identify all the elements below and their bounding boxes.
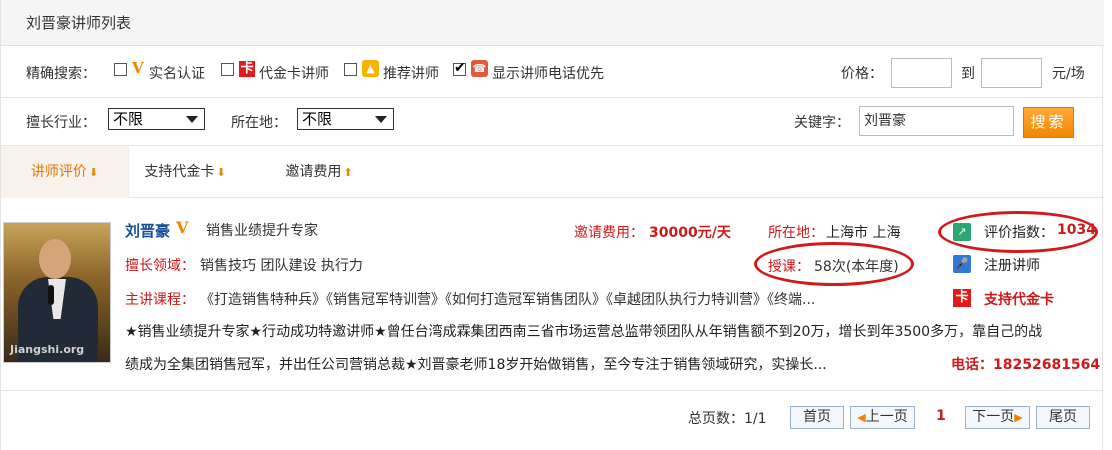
divider xyxy=(1,390,1104,391)
precise-search-row: 精确搜索： V 实名认证 卡 代金卡讲师 ▲ 推荐讲师 ☎ 显示讲师电话优先 价… xyxy=(1,46,1104,98)
phone-priority-option-label[interactable]: 显示讲师电话优先 xyxy=(492,63,604,83)
fee-label: 邀请费用： xyxy=(574,225,644,241)
voucher-card-icon: 卡 xyxy=(953,289,971,307)
voucher-option-label[interactable]: 代金卡讲师 xyxy=(259,63,329,83)
lecturer-photo[interactable]: Jiangshi.org xyxy=(3,222,111,363)
verified-v-icon: V xyxy=(176,218,189,237)
tab-rating-label: 讲师评价 xyxy=(30,164,87,180)
verified-checkbox[interactable] xyxy=(114,63,127,76)
industry-label: 擅长行业： xyxy=(26,115,96,131)
first-page-button[interactable]: 首页 xyxy=(790,406,844,429)
skill-label: 擅长领域： xyxy=(125,258,195,274)
photo-head xyxy=(39,239,71,279)
precise-search-label: 精确搜索： xyxy=(26,66,96,82)
chevron-down-icon xyxy=(375,116,387,123)
verified-option-label[interactable]: 实名认证 xyxy=(149,63,205,83)
industry-select-value: 不限 xyxy=(113,110,144,128)
lecturer-list-panel: 刘晋豪讲师列表 精确搜索： V 实名认证 卡 代金卡讲师 ▲ 推荐讲师 ☎ 显示… xyxy=(0,0,1104,450)
arrow-down-icon: ⬇ xyxy=(88,166,99,179)
tab-rating[interactable]: 讲师评价 ⬇ xyxy=(1,146,129,198)
price-to-label: 到 xyxy=(961,66,975,82)
prev-page-button[interactable]: ◀上一页 xyxy=(850,406,915,429)
price-unit-label: 元/场 xyxy=(1052,66,1085,82)
caret-right-icon: ▶ xyxy=(1014,411,1023,424)
tab-voucher[interactable]: 支持代金卡 ⬇ xyxy=(129,146,241,198)
lesson-highlight-oval xyxy=(754,242,914,286)
registered-lecturer-label: 注册讲师 xyxy=(984,258,1040,274)
sort-tabs: 讲师评价 ⬇ 支持代金卡 ⬇ 邀请费用 ⬆ xyxy=(1,146,1104,198)
verified-v-icon: V xyxy=(132,59,144,77)
next-page-button[interactable]: 下一页▶ xyxy=(965,406,1030,429)
price-min-input[interactable] xyxy=(891,58,952,88)
lecturer-name-link[interactable]: 刘晋豪 xyxy=(125,220,170,241)
thumbs-up-icon: ▲ xyxy=(362,60,379,77)
lecturer-description-line2[interactable]: 绩成为全集团销售冠军，并出任公司营销总裁★刘晋豪老师18岁开始做销售，至今专注于… xyxy=(125,354,827,374)
tab-fee-label: 邀请费用 xyxy=(285,164,342,180)
voucher-checkbox[interactable] xyxy=(221,63,234,76)
industry-select[interactable]: 不限 xyxy=(108,108,205,130)
location-info-label: 所在地： xyxy=(768,225,824,241)
pager-total: 总页数：1/1 xyxy=(688,411,767,427)
photo-watermark: Jiangshi.org xyxy=(10,343,85,356)
phone-icon: ☎ xyxy=(471,60,488,77)
phone-priority-checkbox[interactable] xyxy=(453,60,466,76)
lecturer-description-line1: ★销售业绩提升专家★行动成功特邀讲师★曾任台湾成霖集团西南三省市场运营总监带领团… xyxy=(125,324,1043,340)
microphone-icon: 🎤 xyxy=(953,255,971,273)
course-label: 主讲课程： xyxy=(125,292,195,308)
fee-value: 30000元/天 xyxy=(649,225,731,241)
location-label: 所在地： xyxy=(231,115,287,131)
title-bar: 刘晋豪讲师列表 xyxy=(1,0,1104,46)
recommended-option-label[interactable]: 推荐讲师 xyxy=(383,63,439,83)
caret-left-icon: ◀ xyxy=(857,411,866,424)
tab-fee[interactable]: 邀请费用 ⬆ xyxy=(269,146,369,198)
recommended-checkbox[interactable] xyxy=(344,63,357,76)
prev-page-label: 上一页 xyxy=(865,409,908,425)
price-max-input[interactable] xyxy=(981,58,1042,88)
location-info-value: 上海市 上海 xyxy=(826,225,901,241)
keyword-input[interactable]: 刘晋豪 xyxy=(859,106,1014,136)
microphone-icon xyxy=(48,285,54,305)
search-button[interactable]: 搜索 xyxy=(1023,107,1074,138)
next-page-label: 下一页 xyxy=(972,409,1015,425)
arrow-down-icon: ⬇ xyxy=(216,166,226,179)
location-select[interactable]: 不限 xyxy=(297,108,394,130)
keyword-label: 关键字： xyxy=(794,115,850,131)
skill-value: 销售技巧 团队建设 执行力 xyxy=(200,258,363,274)
price-label: 价格： xyxy=(841,66,883,82)
current-page: 1 xyxy=(936,408,946,424)
voucher-card-icon: 卡 xyxy=(239,61,255,77)
page-title: 刘晋豪讲师列表 xyxy=(26,14,132,32)
tab-voucher-label: 支持代金卡 xyxy=(144,164,215,180)
course-list[interactable]: 《打造销售特种兵》《销售冠军特训营》《如何打造冠军销售团队》《卓越团队执行力特训… xyxy=(200,289,815,309)
score-highlight-oval xyxy=(938,211,1098,253)
location-select-value: 不限 xyxy=(302,110,333,128)
lecturer-subtitle: 销售业绩提升专家 xyxy=(206,223,318,239)
voucher-support-label: 支持代金卡 xyxy=(984,292,1054,308)
last-page-button[interactable]: 尾页 xyxy=(1036,406,1090,429)
lecturer-phone: 电话：18252681564 xyxy=(951,357,1101,373)
chevron-down-icon xyxy=(186,116,198,123)
arrow-up-icon: ⬆ xyxy=(343,166,353,179)
filter-row: 擅长行业： 不限 所在地： 不限 关键字： 刘晋豪 xyxy=(1,98,1104,146)
